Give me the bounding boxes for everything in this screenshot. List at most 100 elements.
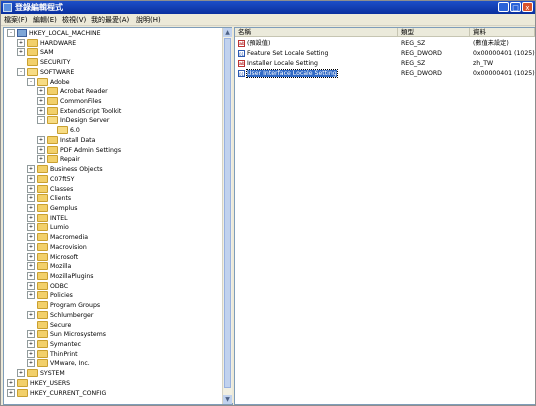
expand-icon[interactable]: +: [27, 291, 35, 300]
tree-item-label: Clients: [50, 195, 72, 203]
expand-icon[interactable]: +: [27, 272, 35, 280]
tree-item[interactable]: + MozillaPlugins: [27, 272, 94, 282]
expand-icon[interactable]: +: [27, 310, 35, 319]
expand-icon[interactable]: +: [37, 155, 45, 164]
tree-item[interactable]: + Clients: [27, 194, 71, 204]
menu-favorites[interactable]: 我的最愛(A): [91, 15, 129, 25]
expand-icon[interactable]: +: [17, 369, 25, 378]
tree-item[interactable]: + Macromedia: [27, 233, 88, 243]
menu-help[interactable]: 說明(H): [136, 15, 161, 25]
tree-item[interactable]: + HARDWARE: [17, 38, 76, 49]
expand-icon[interactable]: +: [27, 242, 35, 251]
collapse-icon[interactable]: -: [7, 29, 15, 37]
tree-item[interactable]: Secure: [27, 320, 71, 331]
collapse-icon[interactable]: -: [17, 67, 25, 76]
expand-icon[interactable]: +: [27, 213, 35, 222]
column-header-type[interactable]: 類型: [398, 28, 470, 37]
collapse-icon[interactable]: -: [27, 77, 35, 86]
menu-edit[interactable]: 編輯(E): [33, 15, 57, 25]
tree-item[interactable]: + Macrovision: [27, 242, 87, 253]
column-header-name[interactable]: 名稱: [235, 28, 398, 37]
expand-icon[interactable]: +: [27, 340, 35, 349]
tree-item[interactable]: + Schlumberger: [27, 310, 93, 321]
tree-item[interactable]: + CommonFiles: [37, 97, 101, 107]
tree-item-label: Repair: [60, 156, 80, 164]
folder-icon: [37, 262, 48, 271]
tree-item[interactable]: - Adobe: [27, 77, 70, 88]
expand-icon[interactable]: +: [27, 262, 35, 271]
tree-item[interactable]: + C07ft5Y: [27, 174, 74, 185]
value-row[interactable]: ab (預設值) REG_SZ (數值未設定): [235, 39, 535, 49]
scroll-up-icon[interactable]: ▲: [223, 28, 232, 37]
expand-icon[interactable]: +: [27, 252, 35, 261]
expand-icon[interactable]: +: [27, 223, 35, 232]
tree-item[interactable]: + VMware, Inc.: [27, 359, 90, 369]
tree-item[interactable]: + PDF Admin Settings: [37, 145, 121, 156]
menu-file[interactable]: 檔案(F): [4, 15, 28, 25]
tree-item[interactable]: - SOFTWARE: [17, 67, 74, 78]
expand-icon[interactable]: +: [27, 330, 35, 339]
tree-item[interactable]: + HKEY_CURRENT_CONFIG: [7, 388, 106, 399]
tree-item[interactable]: + ODBC: [27, 281, 68, 292]
expand-icon[interactable]: +: [7, 388, 15, 397]
tree-item[interactable]: + Policies: [27, 291, 73, 301]
tree-item[interactable]: + Gemplus: [27, 203, 77, 214]
tree-item[interactable]: + Acrobat Reader: [37, 87, 108, 97]
expand-icon[interactable]: +: [7, 378, 15, 387]
tree-item-label: Macrovision: [50, 243, 87, 251]
expand-icon[interactable]: +: [17, 48, 25, 57]
tree-item[interactable]: + Install Data: [37, 135, 95, 146]
tree-item[interactable]: + SYSTEM: [17, 369, 65, 379]
tree-item[interactable]: Program Groups: [27, 301, 100, 311]
value-row[interactable]: ab Installer Locale Setting REG_SZ zh_TW: [235, 59, 535, 69]
tree-scrollbar[interactable]: ▲ ▼: [222, 28, 232, 404]
tree-item[interactable]: - HKEY_LOCAL_MACHINE: [7, 29, 100, 39]
tree-item[interactable]: - InDesign Server: [37, 116, 109, 126]
menu-view[interactable]: 檢視(V): [62, 15, 86, 25]
tree-item-label: Program Groups: [50, 302, 101, 310]
expand-icon[interactable]: +: [27, 174, 35, 183]
tree-item[interactable]: + INTEL: [27, 213, 68, 224]
open-folder-icon: [57, 126, 68, 135]
expand-icon[interactable]: +: [27, 349, 35, 358]
tree-item[interactable]: + Business Objects: [27, 165, 103, 175]
tree-item[interactable]: + Repair: [37, 155, 80, 165]
tree-item[interactable]: + Sun Microsystems: [27, 330, 106, 340]
values-list-pane[interactable]: 名稱 類型 資料 ab (預設值) REG_SZ (數值未設定) 01 Feature S…: [234, 27, 535, 405]
tree-item[interactable]: + Symantec: [27, 340, 81, 350]
expand-icon[interactable]: +: [17, 38, 25, 47]
value-row[interactable]: 01 User Interface Locale Setting REG_DWORD…: [235, 69, 535, 79]
column-header-data[interactable]: 資料: [470, 28, 535, 37]
expand-icon[interactable]: +: [27, 203, 35, 212]
expand-icon[interactable]: +: [27, 359, 35, 368]
tree-item[interactable]: + SAM: [17, 48, 54, 58]
expand-icon[interactable]: +: [37, 135, 45, 144]
key-tree-pane[interactable]: - HKEY_LOCAL_MACHINE + HARDWARE + SAM SECURITY…: [3, 27, 233, 405]
value-row[interactable]: 01 Feature Set Locale Setting REG_DWORD 0x0…: [235, 49, 535, 59]
tree-item-label: HKEY_LOCAL_MACHINE: [29, 30, 101, 37]
tree-item[interactable]: + ThinPrint: [27, 349, 78, 360]
expand-icon[interactable]: +: [37, 97, 45, 106]
expand-icon[interactable]: +: [27, 165, 35, 174]
expand-icon[interactable]: +: [27, 184, 35, 193]
tree-item[interactable]: + ExtendScript Toolkit: [37, 106, 121, 117]
minimize-button[interactable]: _: [498, 2, 509, 12]
expand-icon[interactable]: +: [27, 194, 35, 203]
tree-item[interactable]: + Mozilla: [27, 262, 71, 272]
expand-icon[interactable]: +: [27, 281, 35, 290]
tree-item[interactable]: + Lumio: [27, 223, 69, 233]
tree-item[interactable]: + Classes: [27, 184, 73, 195]
scroll-thumb[interactable]: [224, 38, 231, 388]
tree-item[interactable]: + HKEY_USERS: [7, 378, 70, 389]
tree-item[interactable]: + Microsoft: [27, 252, 78, 263]
close-button[interactable]: x: [522, 2, 533, 12]
expand-icon[interactable]: +: [37, 145, 45, 154]
expand-icon[interactable]: +: [27, 233, 35, 242]
tree-item[interactable]: 6.0: [47, 126, 80, 136]
maximize-button[interactable]: □: [510, 2, 521, 12]
expand-icon[interactable]: +: [37, 87, 45, 96]
scroll-down-icon[interactable]: ▼: [223, 395, 232, 404]
tree-item[interactable]: SECURITY: [17, 58, 70, 68]
collapse-icon[interactable]: -: [37, 116, 45, 125]
expand-icon[interactable]: +: [37, 106, 45, 115]
